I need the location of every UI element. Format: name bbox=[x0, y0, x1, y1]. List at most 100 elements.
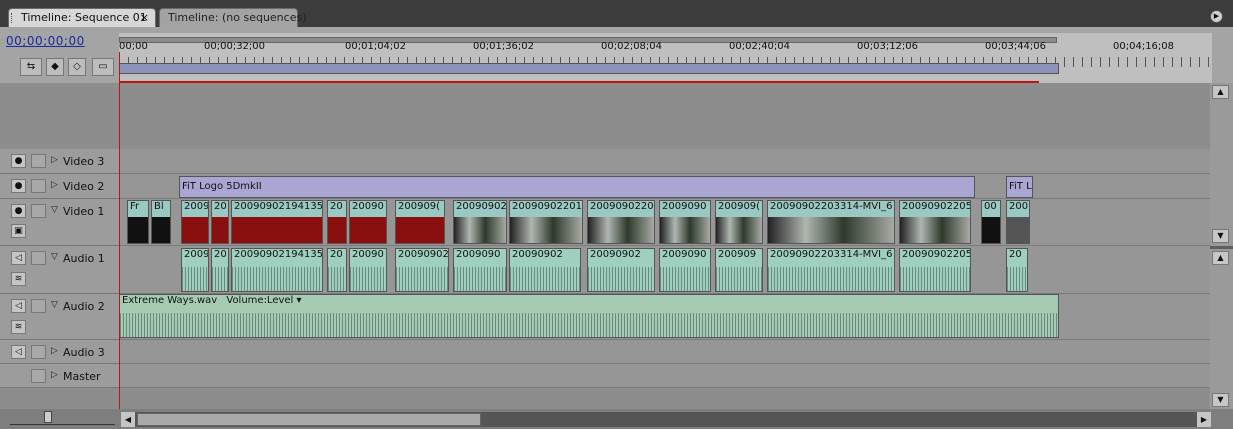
close-icon[interactable]: × bbox=[140, 11, 149, 24]
time-ruler[interactable]: 00;00 00;00;32;00 00;01;04;02 00;01;36;0… bbox=[119, 33, 1212, 83]
clip[interactable]: 20 bbox=[327, 248, 347, 292]
ruler-label: 00;00;32;00 bbox=[204, 41, 266, 52]
dropdown-arrow-icon[interactable]: ▾ bbox=[293, 295, 302, 306]
work-area-bar[interactable] bbox=[119, 63, 1059, 74]
clip[interactable]: 20090902 bbox=[453, 200, 507, 244]
panel-menu-icon[interactable]: ▶ bbox=[1210, 10, 1223, 23]
lock-icon[interactable] bbox=[31, 369, 46, 383]
clip[interactable]: 2009 bbox=[181, 248, 209, 292]
scroll-down-arrow-icon[interactable]: ▼ bbox=[1212, 229, 1229, 243]
expand-triangle-icon[interactable]: ▷ bbox=[51, 370, 58, 380]
waveform bbox=[328, 267, 346, 291]
clip[interactable]: 20 bbox=[211, 248, 229, 292]
clip[interactable]: 2009090 bbox=[659, 200, 711, 244]
snap-icon[interactable]: ⇆ bbox=[20, 58, 42, 76]
clip[interactable]: 200909 bbox=[715, 248, 763, 292]
speaker-icon[interactable]: ◁ bbox=[11, 299, 26, 313]
clip-volume-label[interactable]: Volume:Level bbox=[226, 295, 293, 306]
clip[interactable]: 2009090 bbox=[453, 248, 507, 292]
thumbnail bbox=[212, 217, 228, 243]
eye-icon[interactable]: ● bbox=[11, 154, 26, 168]
clip-extreme-ways[interactable]: Extreme Ways.wav Volume:Level ▾ bbox=[119, 294, 1059, 338]
marker-icon[interactable]: ◆ bbox=[46, 58, 64, 76]
scroll-left-arrow-icon[interactable]: ◀ bbox=[121, 412, 135, 427]
track-name: Audio 3 bbox=[63, 346, 105, 359]
collapse-triangle-icon[interactable]: ▽ bbox=[51, 252, 58, 262]
clip[interactable]: 20090902205 bbox=[899, 248, 971, 292]
clip[interactable]: 20090902203314-MVI_6 bbox=[767, 248, 895, 292]
lock-icon[interactable] bbox=[31, 299, 46, 313]
timecode-display[interactable]: 00;00;00;00 bbox=[6, 34, 85, 48]
eye-icon[interactable]: ● bbox=[11, 204, 26, 218]
thumbnail bbox=[454, 217, 506, 243]
clip[interactable]: 20090902194135 bbox=[231, 248, 323, 292]
track-audio2[interactable]: Extreme Ways.wav Volume:Level ▾ bbox=[119, 294, 1210, 340]
clip[interactable]: 20090902 bbox=[587, 248, 655, 292]
clip[interactable]: 20090 bbox=[349, 200, 387, 244]
clip[interactable]: 20090 bbox=[349, 248, 387, 292]
waveform bbox=[716, 267, 762, 291]
clip[interactable]: 20 bbox=[327, 200, 347, 244]
clip[interactable]: 20 bbox=[1006, 248, 1028, 292]
clip[interactable]: Bl bbox=[151, 200, 171, 244]
waveform-icon[interactable]: ≋ bbox=[11, 320, 26, 334]
clip[interactable]: Fr bbox=[127, 200, 149, 244]
zoom-slider-thumb[interactable] bbox=[44, 411, 52, 423]
expand-triangle-icon[interactable]: ▷ bbox=[51, 180, 58, 190]
track-video3[interactable] bbox=[119, 149, 1210, 174]
clip[interactable]: 20090902194135 bbox=[231, 200, 323, 244]
audio-vertical-scrollbar[interactable]: ▲ ▼ bbox=[1210, 249, 1233, 409]
eye-icon[interactable]: ● bbox=[11, 179, 26, 193]
horizontal-scrollbar[interactable]: ◀ ▶ bbox=[121, 412, 1211, 427]
clip[interactable]: 2009090 bbox=[659, 248, 711, 292]
clip[interactable]: 20090902205 bbox=[899, 200, 971, 244]
expand-triangle-icon[interactable]: ▷ bbox=[51, 346, 58, 356]
clip[interactable]: 20090902 bbox=[395, 248, 449, 292]
clip[interactable]: 20090902201 bbox=[509, 200, 583, 244]
clip[interactable]: 200909( bbox=[715, 200, 763, 244]
track-video2[interactable]: FiT Logo 5DmkII FiT L bbox=[119, 174, 1210, 199]
tab-timeline-no-sequences[interactable]: Timeline: (no sequences) bbox=[159, 8, 307, 27]
track-master[interactable] bbox=[119, 364, 1210, 388]
thumbnail bbox=[716, 217, 762, 243]
collapse-triangle-icon[interactable]: ▽ bbox=[51, 205, 58, 215]
lock-icon[interactable] bbox=[31, 345, 46, 359]
playhead[interactable] bbox=[119, 52, 120, 429]
clip[interactable]: 200909( bbox=[395, 200, 445, 244]
video-vertical-scrollbar[interactable]: ▲ ▼ bbox=[1210, 83, 1233, 246]
set-marker-icon[interactable]: ▭ bbox=[92, 58, 114, 76]
clip[interactable]: 2009 bbox=[181, 200, 209, 244]
track-video1[interactable]: Fr Bl 2009 20 20090902194135 20 20090 20… bbox=[119, 199, 1210, 246]
scroll-up-arrow-icon[interactable]: ▲ bbox=[1212, 251, 1229, 265]
scroll-up-arrow-icon[interactable]: ▲ bbox=[1212, 85, 1229, 99]
speaker-icon[interactable]: ◁ bbox=[11, 251, 26, 265]
lock-icon[interactable] bbox=[31, 204, 46, 218]
clip[interactable]: 20090902203314-MVI_6 bbox=[767, 200, 895, 244]
scroll-right-arrow-icon[interactable]: ▶ bbox=[1197, 412, 1211, 427]
track-audio3[interactable] bbox=[119, 340, 1210, 364]
clip[interactable]: 20090902204 bbox=[587, 200, 655, 244]
zoom-slider[interactable] bbox=[10, 413, 115, 425]
collapse-triangle-icon[interactable]: ▽ bbox=[51, 300, 58, 310]
scroll-thumb[interactable] bbox=[137, 413, 481, 426]
track-name: Audio 1 bbox=[63, 252, 105, 265]
clip[interactable]: 20090902 bbox=[509, 248, 581, 292]
expand-triangle-icon[interactable]: ▷ bbox=[51, 155, 58, 165]
display-style-icon[interactable]: ▣ bbox=[11, 224, 26, 238]
ruler-label: 00;04;16;08 bbox=[1113, 41, 1175, 52]
clip-fit-logo[interactable]: FiT Logo 5DmkII bbox=[179, 176, 975, 198]
clip-fit-logo-2[interactable]: FiT L bbox=[1006, 176, 1033, 198]
lock-icon[interactable] bbox=[31, 179, 46, 193]
speaker-icon[interactable]: ◁ bbox=[11, 345, 26, 359]
keyframe-icon[interactable]: ◇ bbox=[68, 58, 86, 76]
tab-timeline-sequence-01[interactable]: Timeline: Sequence 01 × bbox=[8, 8, 156, 27]
track-audio1[interactable]: 2009 20 20090902194135 20 20090 20090902… bbox=[119, 246, 1210, 294]
clip[interactable]: 200 bbox=[1006, 200, 1030, 244]
clip[interactable]: 00 bbox=[981, 200, 1001, 244]
lock-icon[interactable] bbox=[31, 154, 46, 168]
clip[interactable]: 20 bbox=[211, 200, 229, 244]
thumbnail bbox=[128, 217, 148, 243]
scroll-down-arrow-icon[interactable]: ▼ bbox=[1212, 393, 1229, 407]
waveform-icon[interactable]: ≋ bbox=[11, 272, 26, 286]
lock-icon[interactable] bbox=[31, 251, 46, 265]
